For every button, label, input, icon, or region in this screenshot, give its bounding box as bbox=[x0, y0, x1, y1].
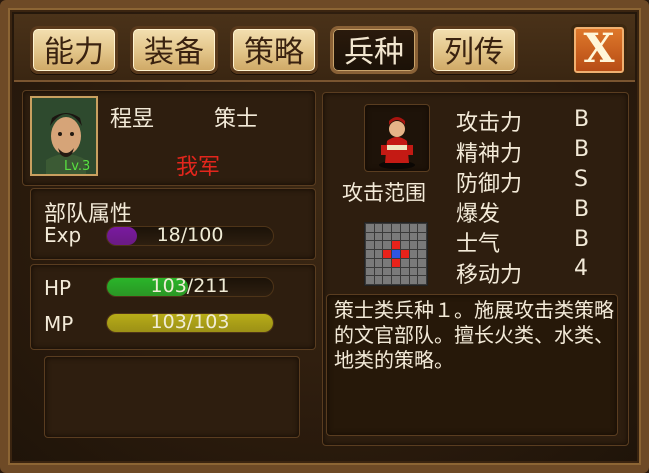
hp-bar: 103/211 bbox=[106, 275, 274, 297]
troop-sprite-frame bbox=[364, 104, 430, 172]
tab-strategy[interactable]: 策略 bbox=[230, 26, 318, 74]
faction-label: 我军 bbox=[176, 155, 221, 180]
hp-label: HP bbox=[44, 276, 72, 300]
tab-equipment[interactable]: 装备 bbox=[130, 26, 218, 74]
mp-bar: 103/103 bbox=[106, 311, 274, 333]
stat-label-movement: 移动力 bbox=[456, 263, 523, 288]
attack-range-label: 攻击范围 bbox=[342, 181, 426, 205]
stat-grade-attack: B bbox=[574, 107, 590, 132]
mp-value: 103/103 bbox=[150, 311, 230, 333]
stat-label-morale: 士气 bbox=[456, 232, 501, 257]
close-icon: X bbox=[583, 25, 615, 72]
stat-label-defense: 防御力 bbox=[456, 172, 523, 197]
hp-value: 103/211 bbox=[150, 275, 230, 297]
tab-ability[interactable]: 能力 bbox=[30, 26, 118, 74]
stat-grade-spirit: B bbox=[574, 137, 590, 162]
level-badge: Lv.3 bbox=[64, 159, 91, 174]
attack-range-grid bbox=[364, 222, 428, 286]
stat-grade-morale: B bbox=[574, 227, 590, 252]
stat-label-attack: 攻击力 bbox=[456, 111, 523, 136]
character-class: 策士 bbox=[214, 107, 259, 132]
tab-biography[interactable]: 列传 bbox=[430, 26, 518, 74]
close-button[interactable]: X bbox=[571, 24, 627, 76]
tab-troop-type[interactable]: 兵种 bbox=[330, 26, 418, 74]
troop-sprite bbox=[379, 117, 415, 169]
character-name: 程昱 bbox=[110, 107, 155, 132]
exp-bar: 18/100 bbox=[106, 224, 274, 246]
stat-grade-defense: S bbox=[574, 167, 588, 192]
mp-label: MP bbox=[44, 312, 74, 336]
exp-value: 18/100 bbox=[156, 224, 224, 246]
character-portrait: Lv.3 bbox=[30, 96, 98, 176]
stat-label-spirit: 精神力 bbox=[456, 142, 523, 167]
troop-description: 策士类兵种１。施展攻击类策略的文官部队。擅长火类、水类、地类的策略。 bbox=[334, 298, 614, 372]
empty-panel bbox=[44, 356, 300, 438]
stat-label-burst: 爆发 bbox=[456, 202, 501, 227]
stat-grade-burst: B bbox=[574, 197, 590, 222]
exp-label: Exp bbox=[44, 223, 82, 247]
stat-grade-movement: 4 bbox=[574, 256, 588, 281]
